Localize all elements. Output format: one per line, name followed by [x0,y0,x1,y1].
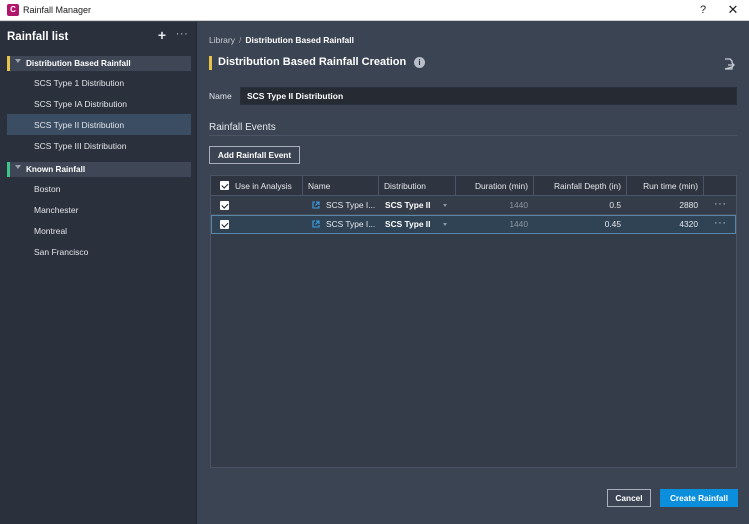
column-header-name[interactable]: Name [308,176,330,196]
column-divider [302,176,303,196]
section-title-rainfall-events: Rainfall Events [209,122,276,133]
duration-value: 1440 [509,219,528,229]
distribution-select[interactable]: SCS Type II [385,196,441,215]
distribution-select[interactable]: SCS Type II [385,215,441,234]
event-name: SCS Type I... [326,200,376,210]
table-header: Use in Analysis Name Distribution Durati… [211,176,736,196]
sidebar-item-boston[interactable]: Boston [7,178,191,199]
breadcrumb-separator: / [238,35,242,45]
sidebar-item-label: SCS Type 1 Distribution [34,78,125,88]
use-in-analysis-checkbox[interactable] [220,220,229,229]
event-name: SCS Type I... [326,219,376,229]
sidebar-item-scs-type-iii[interactable]: SCS Type III Distribution [7,135,191,156]
group-label: Distribution Based Rainfall [26,59,131,68]
sidebar-item-label: Boston [34,184,61,194]
more-icon[interactable]: ··· [714,196,727,215]
rainfall-depth-value[interactable]: 0.5 [535,196,621,215]
column-header-duration[interactable]: Duration (min) [457,176,528,196]
run-time-value[interactable]: 4320 [628,215,698,234]
column-header-distribution[interactable]: Distribution [384,176,426,196]
name-input[interactable] [240,87,737,105]
help-icon[interactable]: ? [693,2,713,18]
rainfall-depth-value[interactable]: 0.45 [535,215,621,234]
add-rainfall-event-button[interactable]: Add Rainfall Event [209,146,300,164]
external-link-icon[interactable] [312,201,320,209]
sidebar: Rainfall list + ··· Distribution Based R… [0,22,197,524]
export-icon[interactable] [723,58,735,70]
app-icon: C [7,4,19,16]
sidebar-item-san-francisco[interactable]: San Francisco [7,241,191,262]
breadcrumb-root[interactable]: Library [209,35,235,45]
table-row[interactable]: SCS Type I... SCS Type II 1440 0.45 4320… [211,215,736,234]
breadcrumb: Library / Distribution Based Rainfall [209,35,354,45]
group-accent-bar [7,56,10,71]
chevron-down-icon[interactable] [15,165,21,169]
window-title: Rainfall Manager [23,5,92,15]
name-label: Name [209,91,232,101]
chevron-down-icon[interactable] [443,223,447,226]
column-divider [455,176,456,196]
chevron-down-icon[interactable] [443,204,447,207]
more-icon[interactable]: ··· [175,28,189,42]
sidebar-item-label: SCS Type II Distribution [34,120,125,130]
rainfall-events-table: Use in Analysis Name Distribution Durati… [210,175,737,468]
chevron-down-icon[interactable] [15,59,21,63]
use-in-analysis-checkbox[interactable] [220,201,229,210]
info-icon[interactable]: i [414,57,425,68]
cancel-button[interactable]: Cancel [607,489,651,507]
group-header-known[interactable]: Known Rainfall [7,162,191,177]
breadcrumb-current: Distribution Based Rainfall [245,35,354,45]
sidebar-item-label: Manchester [34,205,79,215]
more-icon[interactable]: ··· [714,215,727,234]
external-link-icon[interactable] [312,220,320,228]
column-divider [378,176,379,196]
group-label: Known Rainfall [26,165,86,174]
sidebar-item-label: SCS Type III Distribution [34,141,127,151]
add-icon[interactable]: + [156,28,168,42]
sidebar-item-scs-type-ia[interactable]: SCS Type IA Distribution [7,93,191,114]
sidebar-title: Rainfall list [7,31,69,43]
sidebar-item-scs-type-1[interactable]: SCS Type 1 Distribution [7,72,191,93]
create-rainfall-button[interactable]: Create Rainfall [660,489,738,507]
group-header-distribution[interactable]: Distribution Based Rainfall [7,56,191,71]
sidebar-item-label: Montreal [34,226,68,236]
column-divider [703,176,704,196]
table-row[interactable]: SCS Type I... SCS Type II 1440 0.5 2880 … [211,196,736,215]
sidebar-item-label: San Francisco [34,247,89,257]
header-accent-bar [209,56,212,70]
window-title-bar: C Rainfall Manager ? ✕ [0,0,749,21]
page-title: Distribution Based Rainfall Creation [218,56,407,68]
column-header-use[interactable]: Use in Analysis [235,176,292,196]
sidebar-item-scs-type-ii[interactable]: SCS Type II Distribution [7,114,191,135]
sidebar-item-label: SCS Type IA Distribution [34,99,127,109]
group-accent-bar [7,162,10,177]
duration-value: 1440 [509,200,528,210]
sidebar-item-montreal[interactable]: Montreal [7,220,191,241]
close-icon[interactable]: ✕ [723,2,743,18]
column-header-depth[interactable]: Rainfall Depth (in) [535,176,621,196]
column-header-runtime[interactable]: Run time (min) [628,176,698,196]
select-all-checkbox[interactable] [220,181,229,190]
sidebar-item-manchester[interactable]: Manchester [7,199,191,220]
column-divider [533,176,534,196]
section-divider [209,135,737,136]
run-time-value[interactable]: 2880 [628,196,698,215]
column-divider [626,176,627,196]
